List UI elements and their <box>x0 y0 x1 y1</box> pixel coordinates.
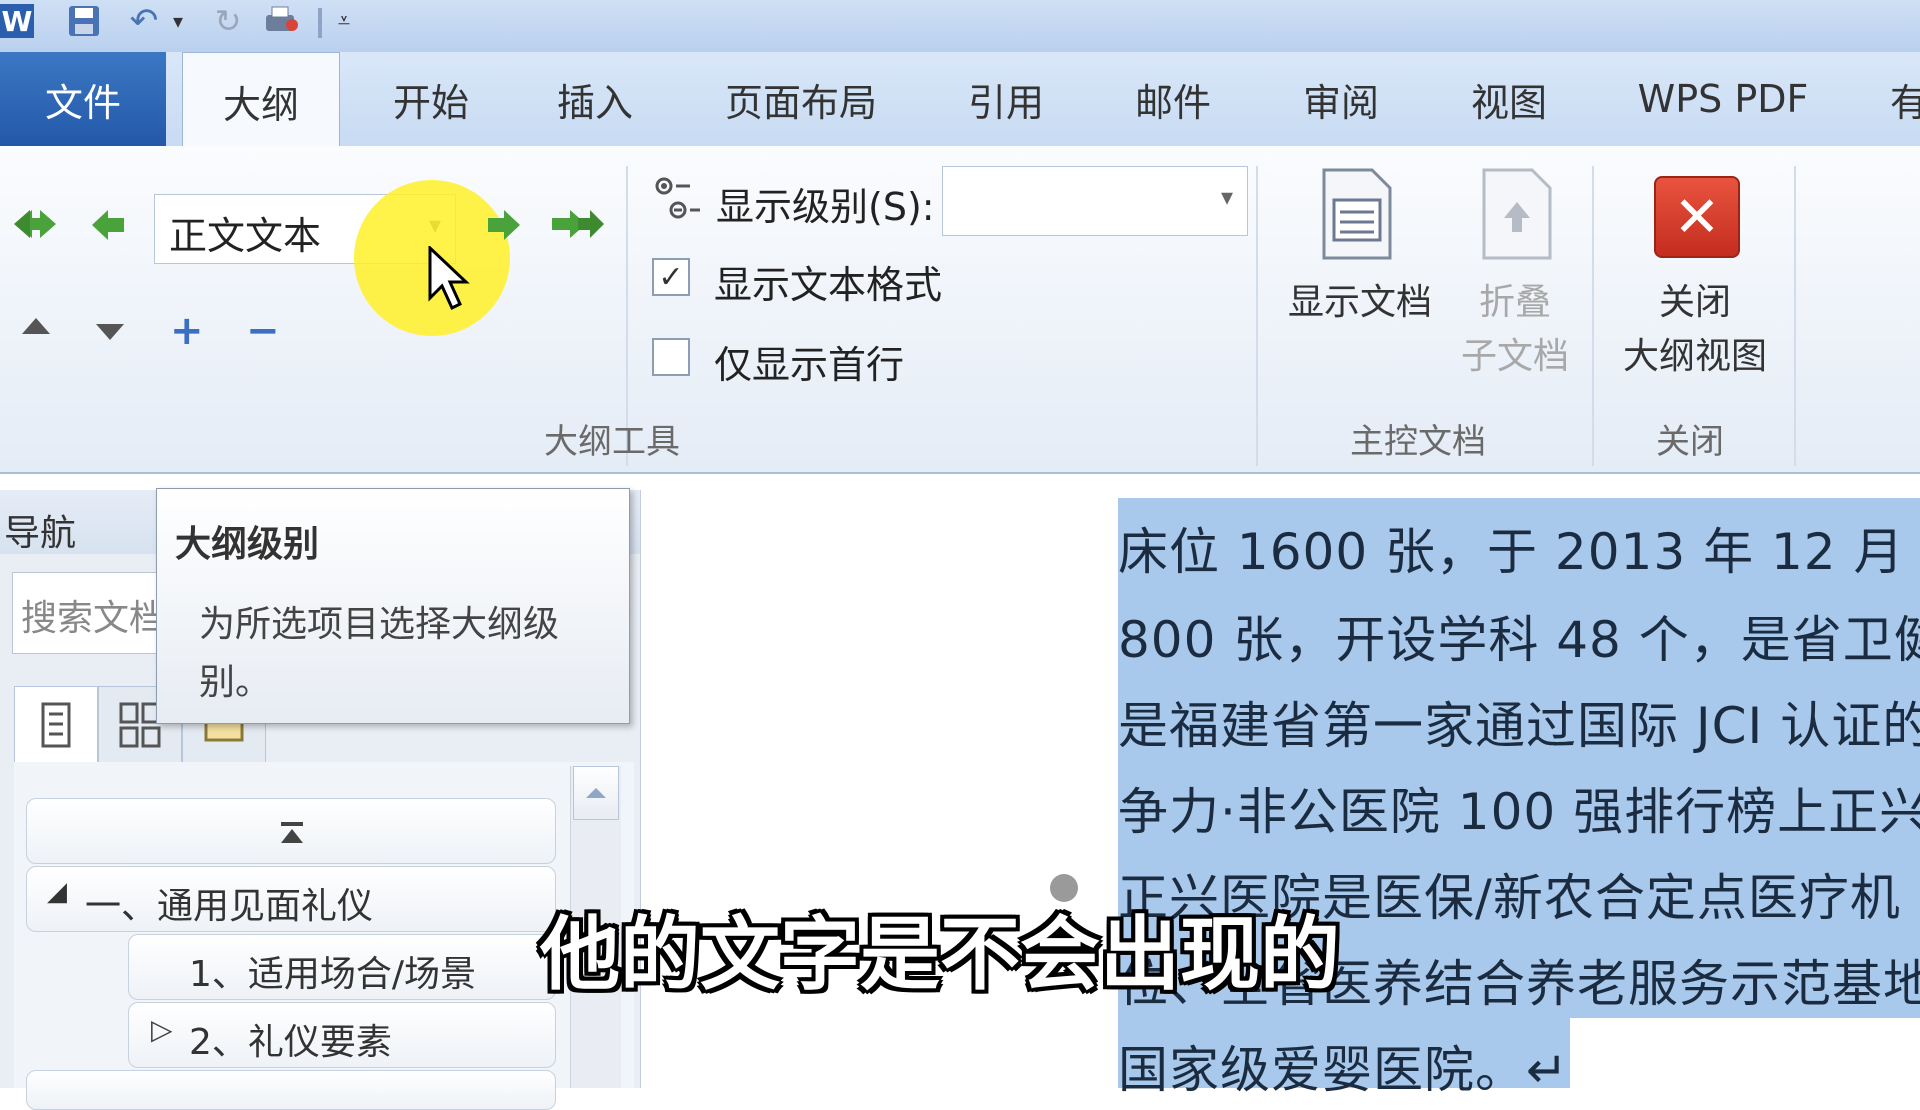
show-text-format-label: 显示文本格式 <box>714 263 943 307</box>
nav-heading-label: 2、礼仪要素 <box>189 1022 392 1063</box>
nav-heading-item[interactable]: ◢ 一、通用见面礼仪 <box>26 866 556 932</box>
document-text-line[interactable]: 800 张，开设学科 48 个，是省卫健 <box>1118 600 1920 672</box>
tab-file[interactable]: 文件 <box>0 52 166 146</box>
collapsed-triangle-icon[interactable]: ▷ <box>151 1013 173 1046</box>
navigation-title: 导航 <box>4 513 77 554</box>
demote-icon[interactable] <box>486 206 522 248</box>
tab-page-layout[interactable]: 页面布局 <box>706 52 896 146</box>
nav-scroll-to-top[interactable] <box>26 798 556 864</box>
collapse-subdocuments-label-2: 子文档 <box>1460 336 1569 377</box>
tab-references[interactable]: 引用 <box>936 52 1076 146</box>
promote-to-heading1-icon[interactable] <box>12 204 64 248</box>
collapse-icon[interactable]: − <box>246 308 280 354</box>
close-group-label: 关闭 <box>1656 422 1724 462</box>
ribbon-tab-bar: 文件 大纲 开始 插入 页面布局 引用 邮件 审阅 视图 WPS PDF 有 <box>0 52 1920 149</box>
customize-qat-icon[interactable]: ⩡ <box>332 4 356 38</box>
outline-tools-group-label: 大纲工具 <box>544 422 680 462</box>
show-level-icon <box>654 176 702 226</box>
undo-icon[interactable]: ↶ <box>124 1 164 41</box>
headings-icon <box>41 702 71 748</box>
redo-icon[interactable]: ↻ <box>210 2 246 40</box>
nav-search-placeholder: 搜索文档 <box>21 598 166 639</box>
group-separator <box>1256 166 1258 466</box>
collapse-subdocuments-label-1: 折叠 <box>1478 282 1551 323</box>
nav-heading-item[interactable]: 1、适用场合/场景 <box>128 934 556 1000</box>
nav-heading-item[interactable]: ▷ 2、礼仪要素 <box>128 1002 556 1068</box>
pages-grid-icon <box>119 702 161 748</box>
tab-review[interactable]: 审阅 <box>1276 52 1406 146</box>
scroll-up-button[interactable] <box>573 766 619 820</box>
outline-level-value: 正文文本 <box>169 214 322 258</box>
tab-more[interactable]: 有 <box>1890 52 1920 146</box>
show-first-line-label: 仅显示首行 <box>714 343 905 387</box>
tooltip-body-line1: 为所选项目选择大纲级 <box>199 604 560 645</box>
move-up-icon[interactable] <box>20 316 52 340</box>
document-text-line[interactable]: 床位 1600 张，于 2013 年 12 月 25 <box>1118 512 1920 584</box>
tooltip-body-line2: 别。 <box>199 662 272 703</box>
tab-wps-pdf[interactable]: WPS PDF <box>1620 52 1826 146</box>
print-preview-icon[interactable] <box>262 4 302 38</box>
show-first-line-checkbox[interactable] <box>652 338 690 376</box>
promote-icon[interactable] <box>90 206 126 248</box>
tab-home[interactable]: 开始 <box>366 52 496 146</box>
demote-to-body-icon[interactable] <box>550 204 606 248</box>
checkmark-icon: ✓ <box>658 259 684 295</box>
mouse-pointer-icon <box>428 244 472 316</box>
close-outline-label-1[interactable]: 关闭 <box>1610 276 1780 330</box>
collapse-subdocuments-icon[interactable] <box>1478 166 1556 266</box>
document-text-line[interactable]: 国家级爱婴医院。↵ <box>1118 1030 1569 1102</box>
tab-view[interactable]: 视图 <box>1444 52 1574 146</box>
arrow-up-icon <box>586 788 606 798</box>
show-text-format-checkbox[interactable]: ✓ <box>652 258 690 296</box>
move-down-icon[interactable] <box>94 322 126 346</box>
nav-heading-label: 一、通用见面礼仪 <box>85 886 374 927</box>
video-subtitle: 他的文字是不会出现的 <box>540 908 1340 1001</box>
ribbon-outline: 正文文本 ▾ + − 显示级别(S): ▾ ✓ 显示文本格式 仅显示首行 大纲工… <box>0 146 1920 474</box>
show-level-combo[interactable]: ▾ <box>942 166 1248 236</box>
close-outline-label-2[interactable]: 大纲视图 <box>1610 330 1780 384</box>
tab-mailings[interactable]: 邮件 <box>1108 52 1238 146</box>
nav-heading-label: 1、适用场合/场景 <box>189 954 477 995</box>
quick-access-toolbar: W ↶ ▾ ↻ ⩡ <box>0 0 1920 52</box>
nav-heading-item[interactable] <box>26 1070 556 1110</box>
show-level-label: 显示级别(S): <box>716 185 935 229</box>
close-outline-view-icon[interactable]: ✕ <box>1654 176 1740 258</box>
scroll-to-top-icon <box>281 822 303 843</box>
word-logo-icon: W <box>0 4 34 38</box>
chevron-down-icon[interactable]: ▾ <box>1221 183 1233 211</box>
master-document-group-label: 主控文档 <box>1350 422 1486 462</box>
show-document-label[interactable]: 显示文档 <box>1280 276 1440 330</box>
qat-separator <box>318 8 322 38</box>
outline-level-tooltip: 大纲级别 为所选项目选择大纲级 别。 <box>156 488 630 724</box>
show-document-icon[interactable] <box>1318 166 1396 266</box>
save-icon[interactable] <box>64 4 104 38</box>
tab-insert[interactable]: 插入 <box>530 52 660 146</box>
nav-tab-headings[interactable] <box>14 686 98 763</box>
expand-icon[interactable]: + <box>170 308 204 354</box>
undo-dropdown-icon[interactable]: ▾ <box>168 4 188 38</box>
expanded-triangle-icon[interactable]: ◢ <box>47 877 67 907</box>
tooltip-title: 大纲级别 <box>175 524 320 565</box>
tab-outline[interactable]: 大纲 <box>182 52 340 149</box>
document-text-line[interactable]: 是福建省第一家通过国际 JCI 认证的 <box>1118 686 1920 758</box>
group-separator <box>1592 166 1594 466</box>
group-separator <box>1794 166 1796 466</box>
document-text-line[interactable]: 争力·非公医院 100 强排行榜上正兴 <box>1118 772 1920 844</box>
